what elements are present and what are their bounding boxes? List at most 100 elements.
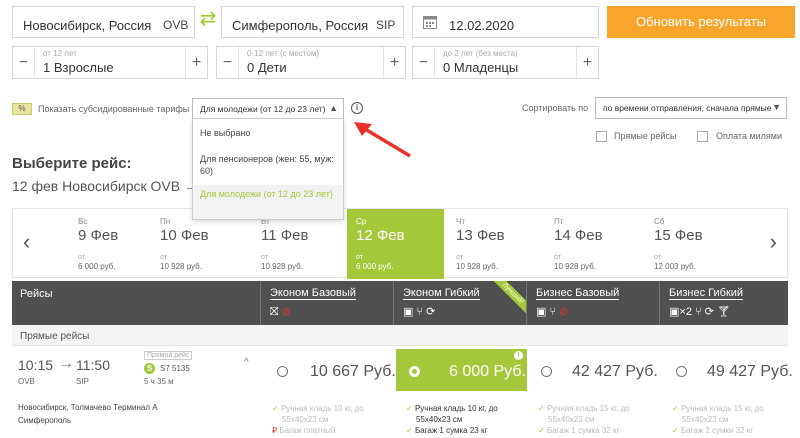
fare-price: 49 427 Руб. (707, 363, 793, 380)
date-ot: от (654, 254, 661, 261)
no-baggage-icon: ⛝ ⊘ (270, 306, 291, 318)
arrow-right-icon: → (58, 355, 74, 372)
date-dow: Чт (456, 217, 465, 226)
update-results-button[interactable]: Обновить результаты (607, 6, 795, 38)
adults-stepper[interactable]: − от 12 лет 1 Взрослые + (12, 46, 208, 79)
date-price: 10 928 руб. (160, 262, 202, 271)
fare-title: Эконом Базовый (270, 287, 356, 300)
plus-icon[interactable]: + (185, 47, 207, 78)
fare-title: Эконом Гибкий (403, 287, 480, 300)
children-value: 0 Дети (247, 60, 287, 75)
section-title: Прямые рейсы (20, 331, 90, 342)
chevron-right-icon[interactable]: › (770, 229, 777, 255)
infants-stepper[interactable]: − до 2 лет (без места) 0 Младенцы + (412, 46, 599, 79)
red-arrow-icon (354, 122, 411, 158)
direct-badge: Прямой рейс (144, 351, 193, 360)
fare-radio[interactable] (277, 366, 288, 377)
children-stepper[interactable]: − 0-12 лет (с местом) 0 Дети + (216, 46, 406, 79)
plus-icon[interactable]: + (576, 47, 598, 78)
baggage-count: ×2 (679, 306, 692, 318)
feature-text: Ручная кладь 10 кг, до (414, 404, 498, 413)
baggage-icon: ▣ ⑂ ⟳ (403, 306, 436, 318)
date-price: 10 928 руб. (456, 262, 498, 271)
no-refund-icon: ⊘ (281, 306, 291, 318)
minus-icon[interactable]: − (413, 47, 435, 78)
minus-icon[interactable]: − (217, 47, 239, 78)
adults-value: 1 Взрослые (43, 60, 114, 75)
plus-icon[interactable]: + (383, 47, 405, 78)
date-label: 10 Фев (160, 227, 209, 244)
feature-text: Багаж платный (279, 426, 336, 435)
fare-features: ✓ Ручная кладь 15 кг, до 55x40x23 см ✓ Б… (672, 403, 764, 436)
dropdown-option-selected[interactable]: Для молодежи (от 12 до 23 лет) (193, 185, 343, 219)
arrival-time: 11:50 (76, 357, 110, 373)
fare-column-business-flex[interactable]: Бизнес Гибкий ▣×2 ⑂ ⟳ 🍸︎ (659, 281, 788, 325)
chevron-left-icon[interactable]: ‹ (23, 229, 30, 255)
to-airport: Симферополь (18, 416, 72, 425)
flight-number: S7 5135 (160, 364, 190, 373)
fare-column-business-basic[interactable]: Бизнес Базовый ▣ ⑂ ⊘ (526, 281, 659, 325)
children-sub: 0-12 лет (с местом) (247, 49, 319, 58)
subsidized-selected: Для молодежи (от 12 до 23 лет) (200, 104, 326, 114)
date-cell[interactable]: Чт 13 Фев от 10 928 руб. (447, 209, 544, 279)
destination-code: SIP (376, 18, 396, 32)
date-cell[interactable]: Сб 15 Фев от 12 003 руб. (645, 209, 742, 279)
feature-text: 55x40x23 см (548, 415, 595, 424)
date-price: 12 003 руб. (654, 262, 696, 271)
date-field[interactable]: 12.02.2020 (412, 6, 599, 38)
date-ot: от (456, 254, 463, 261)
swap-icon[interactable]: ⇄ (195, 6, 221, 32)
feature-text: Багаж 1 сумка 23 кг (414, 426, 488, 435)
destination-field[interactable]: Симферополь, Россия SIP (221, 6, 404, 38)
origin-field[interactable]: Новосибирск, Россия OVB (12, 6, 195, 38)
date-cell[interactable]: Пт 14 Фев от 10 928 руб. (545, 209, 642, 279)
collapse-icon[interactable]: ^ (244, 357, 249, 368)
date-price: 6 000 руб. (78, 262, 116, 271)
sort-select[interactable]: по времени отправления, сначала прямые ▼ (595, 97, 787, 119)
fare-title: Бизнес Гибкий (669, 287, 744, 300)
direct-flights-checkbox[interactable] (596, 131, 607, 142)
check-icon: ✓ (672, 404, 679, 413)
info-icon[interactable]: i (351, 102, 363, 114)
arrival-code: SIP (76, 377, 89, 386)
feature-text: Ручная кладь 15 кг, до (546, 404, 630, 413)
feature-text: 55x40x23 см (282, 415, 329, 424)
sort-value: по времени отправления, сначала прямые (603, 103, 772, 113)
fare-header-row: Рейсы Эконом Базовый ⛝ ⊘ Эконом Гибкий ▣… (12, 281, 788, 325)
discount-badge: % (12, 103, 32, 115)
infants-sub: до 2 лет (без места) (443, 49, 518, 58)
date-price: 10 928 руб. (261, 262, 303, 271)
pay-miles-label: Оплата милями (716, 131, 783, 141)
ruble-icon: ₽ (272, 426, 278, 435)
pay-miles-checkbox[interactable] (697, 131, 708, 142)
date-ot: от (160, 254, 167, 261)
fare-features: ✓ Ручная кладь 10 кг, до 55x40x23 см ✓ Б… (406, 403, 498, 436)
date-label: 9 Фев (78, 227, 119, 244)
fare-radio[interactable] (676, 366, 687, 377)
date-label: 14 Фев (554, 227, 603, 244)
route-subheading: 12 фев Новосибирск OVB → (12, 178, 198, 194)
minus-icon[interactable]: − (13, 47, 35, 78)
feature-text: Ручная кладь 10 кг, до (280, 404, 364, 413)
direct-flights-label: Прямые рейсы (614, 131, 677, 141)
no-refund-icon: ⊘ (559, 306, 569, 318)
fare-radio[interactable] (541, 366, 552, 377)
dropdown-option[interactable]: Для пенсионеров (жен: 55, муж: 60) (193, 153, 343, 177)
date-cell-selected[interactable]: Ср 12 Фев от 6 000 руб. (347, 209, 444, 279)
feature-text: 55x40x23 см (416, 415, 463, 424)
date-label: 11 Фев (261, 227, 309, 244)
fare-features: ✓ Ручная кладь 10 кг, до 55x40x23 см ₽ Б… (272, 403, 364, 436)
sort-label: Сортировать по (522, 103, 589, 113)
fare-column-economy-basic[interactable]: Эконом Базовый ⛝ ⊘ (260, 281, 393, 325)
date-dow: Пн (160, 217, 171, 226)
radio-dot (412, 369, 417, 374)
feature-text: Ручная кладь 15 кг, до (680, 404, 764, 413)
date-dow: Ср (356, 217, 367, 226)
origin-city: Новосибирск, Россия (23, 18, 152, 33)
dropdown-option[interactable]: Не выбрано (193, 127, 343, 139)
baggage-icon: ▣×2 ⑂ ⟳ 🍸︎ (669, 306, 731, 318)
select-flight-heading: Выберите рейс: (12, 155, 132, 172)
fare-column-economy-flex[interactable]: Эконом Гибкий ▣ ⑂ ⟳ Лучший! (393, 281, 526, 325)
subsidized-dropdown: Не выбрано Для пенсионеров (жен: 55, муж… (192, 118, 344, 220)
subsidized-select[interactable]: Для молодежи (от 12 до 23 лет) ▲ (192, 98, 344, 119)
